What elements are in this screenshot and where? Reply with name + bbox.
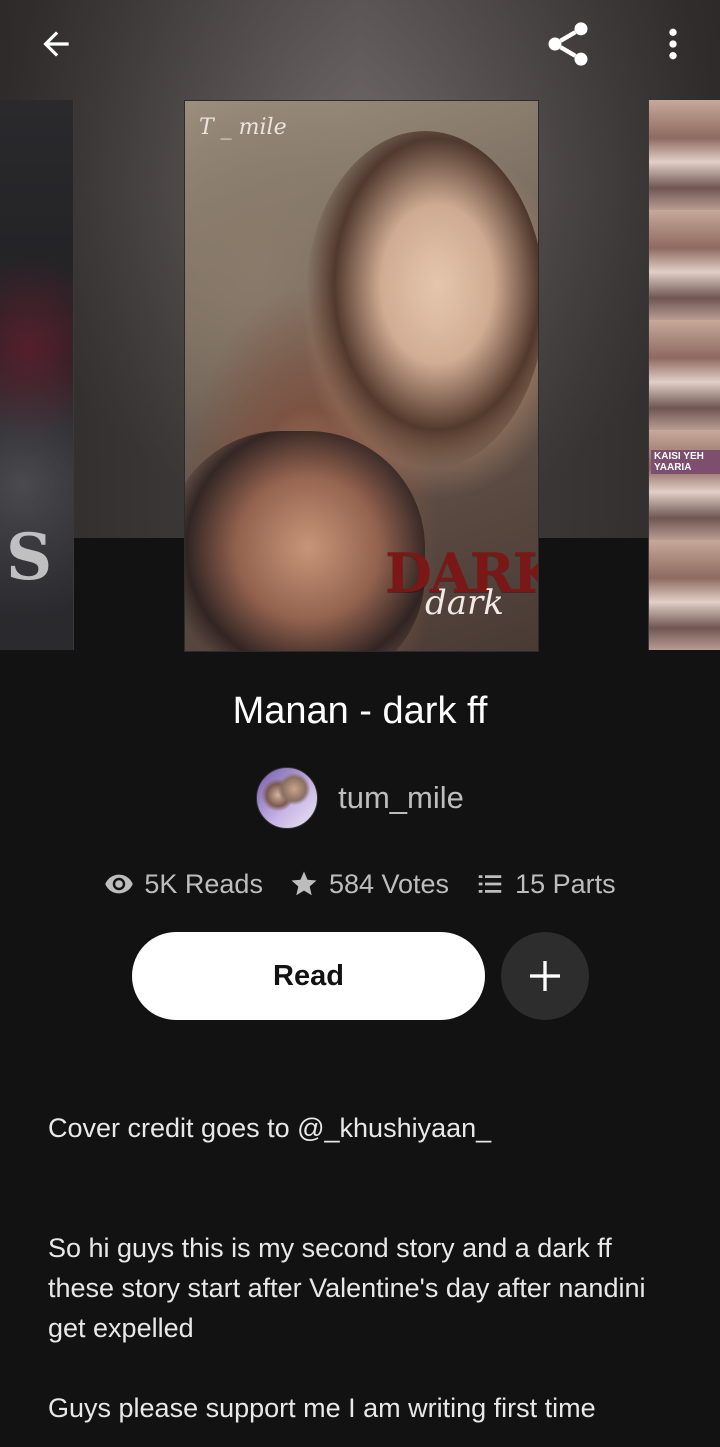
share-button[interactable] (540, 16, 596, 72)
story-stats: 5K Reads 584 Votes 15 Parts (0, 862, 720, 906)
description-paragraph: So hi guys this is my second story and a… (48, 1233, 646, 1343)
story-description: Cover credit goes to @_khushiyaan_ So hi… (48, 1108, 678, 1428)
add-to-library-button[interactable] (501, 932, 589, 1020)
reads-stat: 5K Reads (104, 869, 263, 900)
star-icon (291, 871, 317, 896)
more-vertical-icon (669, 28, 677, 60)
description-paragraph: Cover credit goes to @_khushiyaan_ (48, 1113, 492, 1143)
author-avatar (256, 767, 319, 829)
author-name: tum_mile (338, 780, 464, 815)
cover-subtitle-text: dark (425, 583, 504, 623)
cover-artwork-woman (305, 131, 538, 471)
story-cover: T _ mile DARK dark (184, 100, 539, 652)
story-title: Manan - dark ff (232, 690, 488, 732)
read-button[interactable]: Read (132, 932, 485, 1020)
top-bar (0, 0, 720, 88)
more-options-button[interactable] (645, 16, 701, 72)
story-details-page: S T _ mile DARK dark KAISI YEH YAARIA Ma… (0, 0, 720, 1447)
list-icon (478, 875, 502, 893)
previous-story-cover[interactable]: S (0, 100, 74, 650)
parts-stat: 15 Parts (475, 869, 616, 900)
back-button[interactable] (28, 16, 84, 72)
cover-tag: KAISI YEH YAARIA (651, 450, 720, 474)
votes-count: 584 Votes (328, 868, 450, 899)
next-story-cover[interactable]: KAISI YEH YAARIA (648, 100, 720, 650)
cover-decoration-text: S (6, 520, 53, 595)
author-link[interactable]: tum_mile (0, 767, 720, 829)
eye-icon (105, 874, 134, 894)
description-paragraph: Guys please support me I am writing firs… (48, 1393, 596, 1423)
cover-signature: T _ mile (199, 115, 287, 140)
share-icon (548, 22, 588, 66)
reads-count: 5K Reads (144, 868, 263, 899)
parts-count: 15 Parts (515, 868, 616, 899)
arrow-left-icon (43, 31, 69, 57)
votes-stat: 584 Votes (289, 869, 449, 900)
plus-icon (530, 961, 560, 991)
